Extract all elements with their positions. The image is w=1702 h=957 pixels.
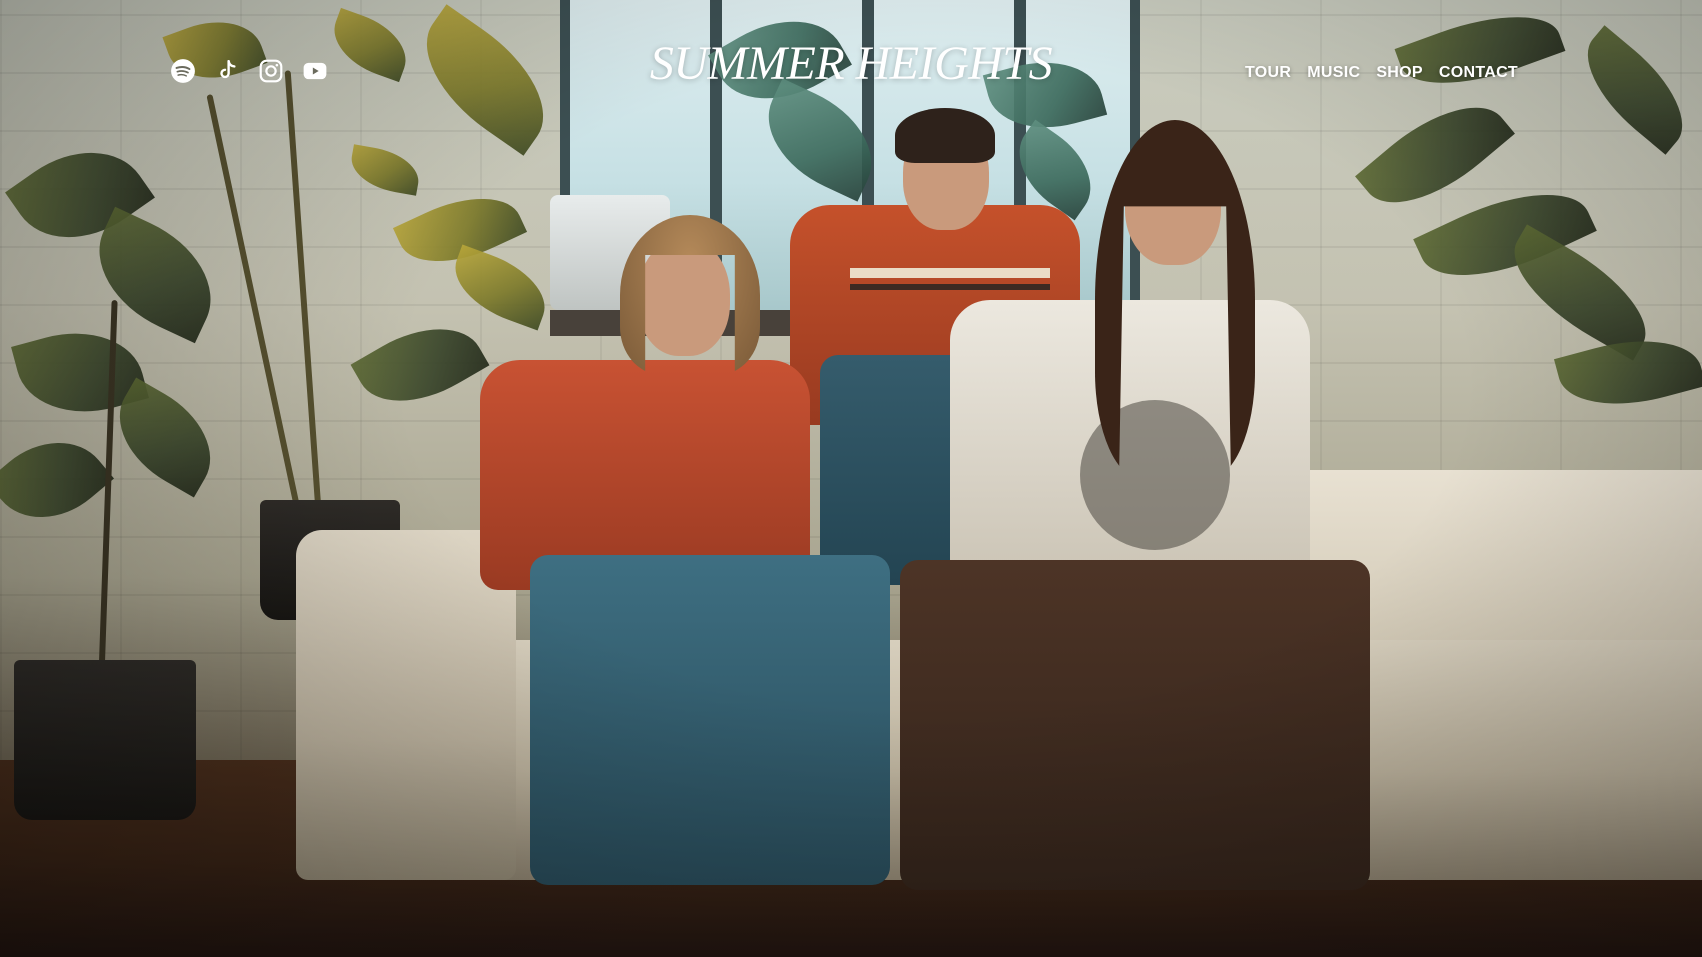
youtube-link[interactable] (302, 58, 328, 84)
nav-shop[interactable]: SHOP (1376, 64, 1423, 82)
tiktok-icon (220, 60, 236, 79)
spotify-link[interactable] (170, 58, 196, 84)
hero-section: SUMMER HEIGHTS TOUR MUSIC SHOP CONTACT (0, 0, 1702, 957)
site-header: SUMMER HEIGHTS TOUR MUSIC SHOP CONTACT (0, 0, 1702, 140)
plant-pot (14, 660, 196, 820)
youtube-icon (303, 62, 327, 80)
nav-contact[interactable]: CONTACT (1439, 64, 1518, 82)
spotify-icon (171, 59, 195, 83)
instagram-link[interactable] (258, 58, 284, 84)
main-nav: TOUR MUSIC SHOP CONTACT (1245, 64, 1518, 82)
social-links (170, 58, 328, 84)
tiktok-link[interactable] (214, 58, 240, 84)
site-title-link[interactable]: SUMMER HEIGHTS (650, 37, 1053, 90)
nav-tour[interactable]: TOUR (1245, 64, 1291, 82)
instagram-icon (259, 59, 283, 83)
nav-music[interactable]: MUSIC (1307, 64, 1360, 82)
